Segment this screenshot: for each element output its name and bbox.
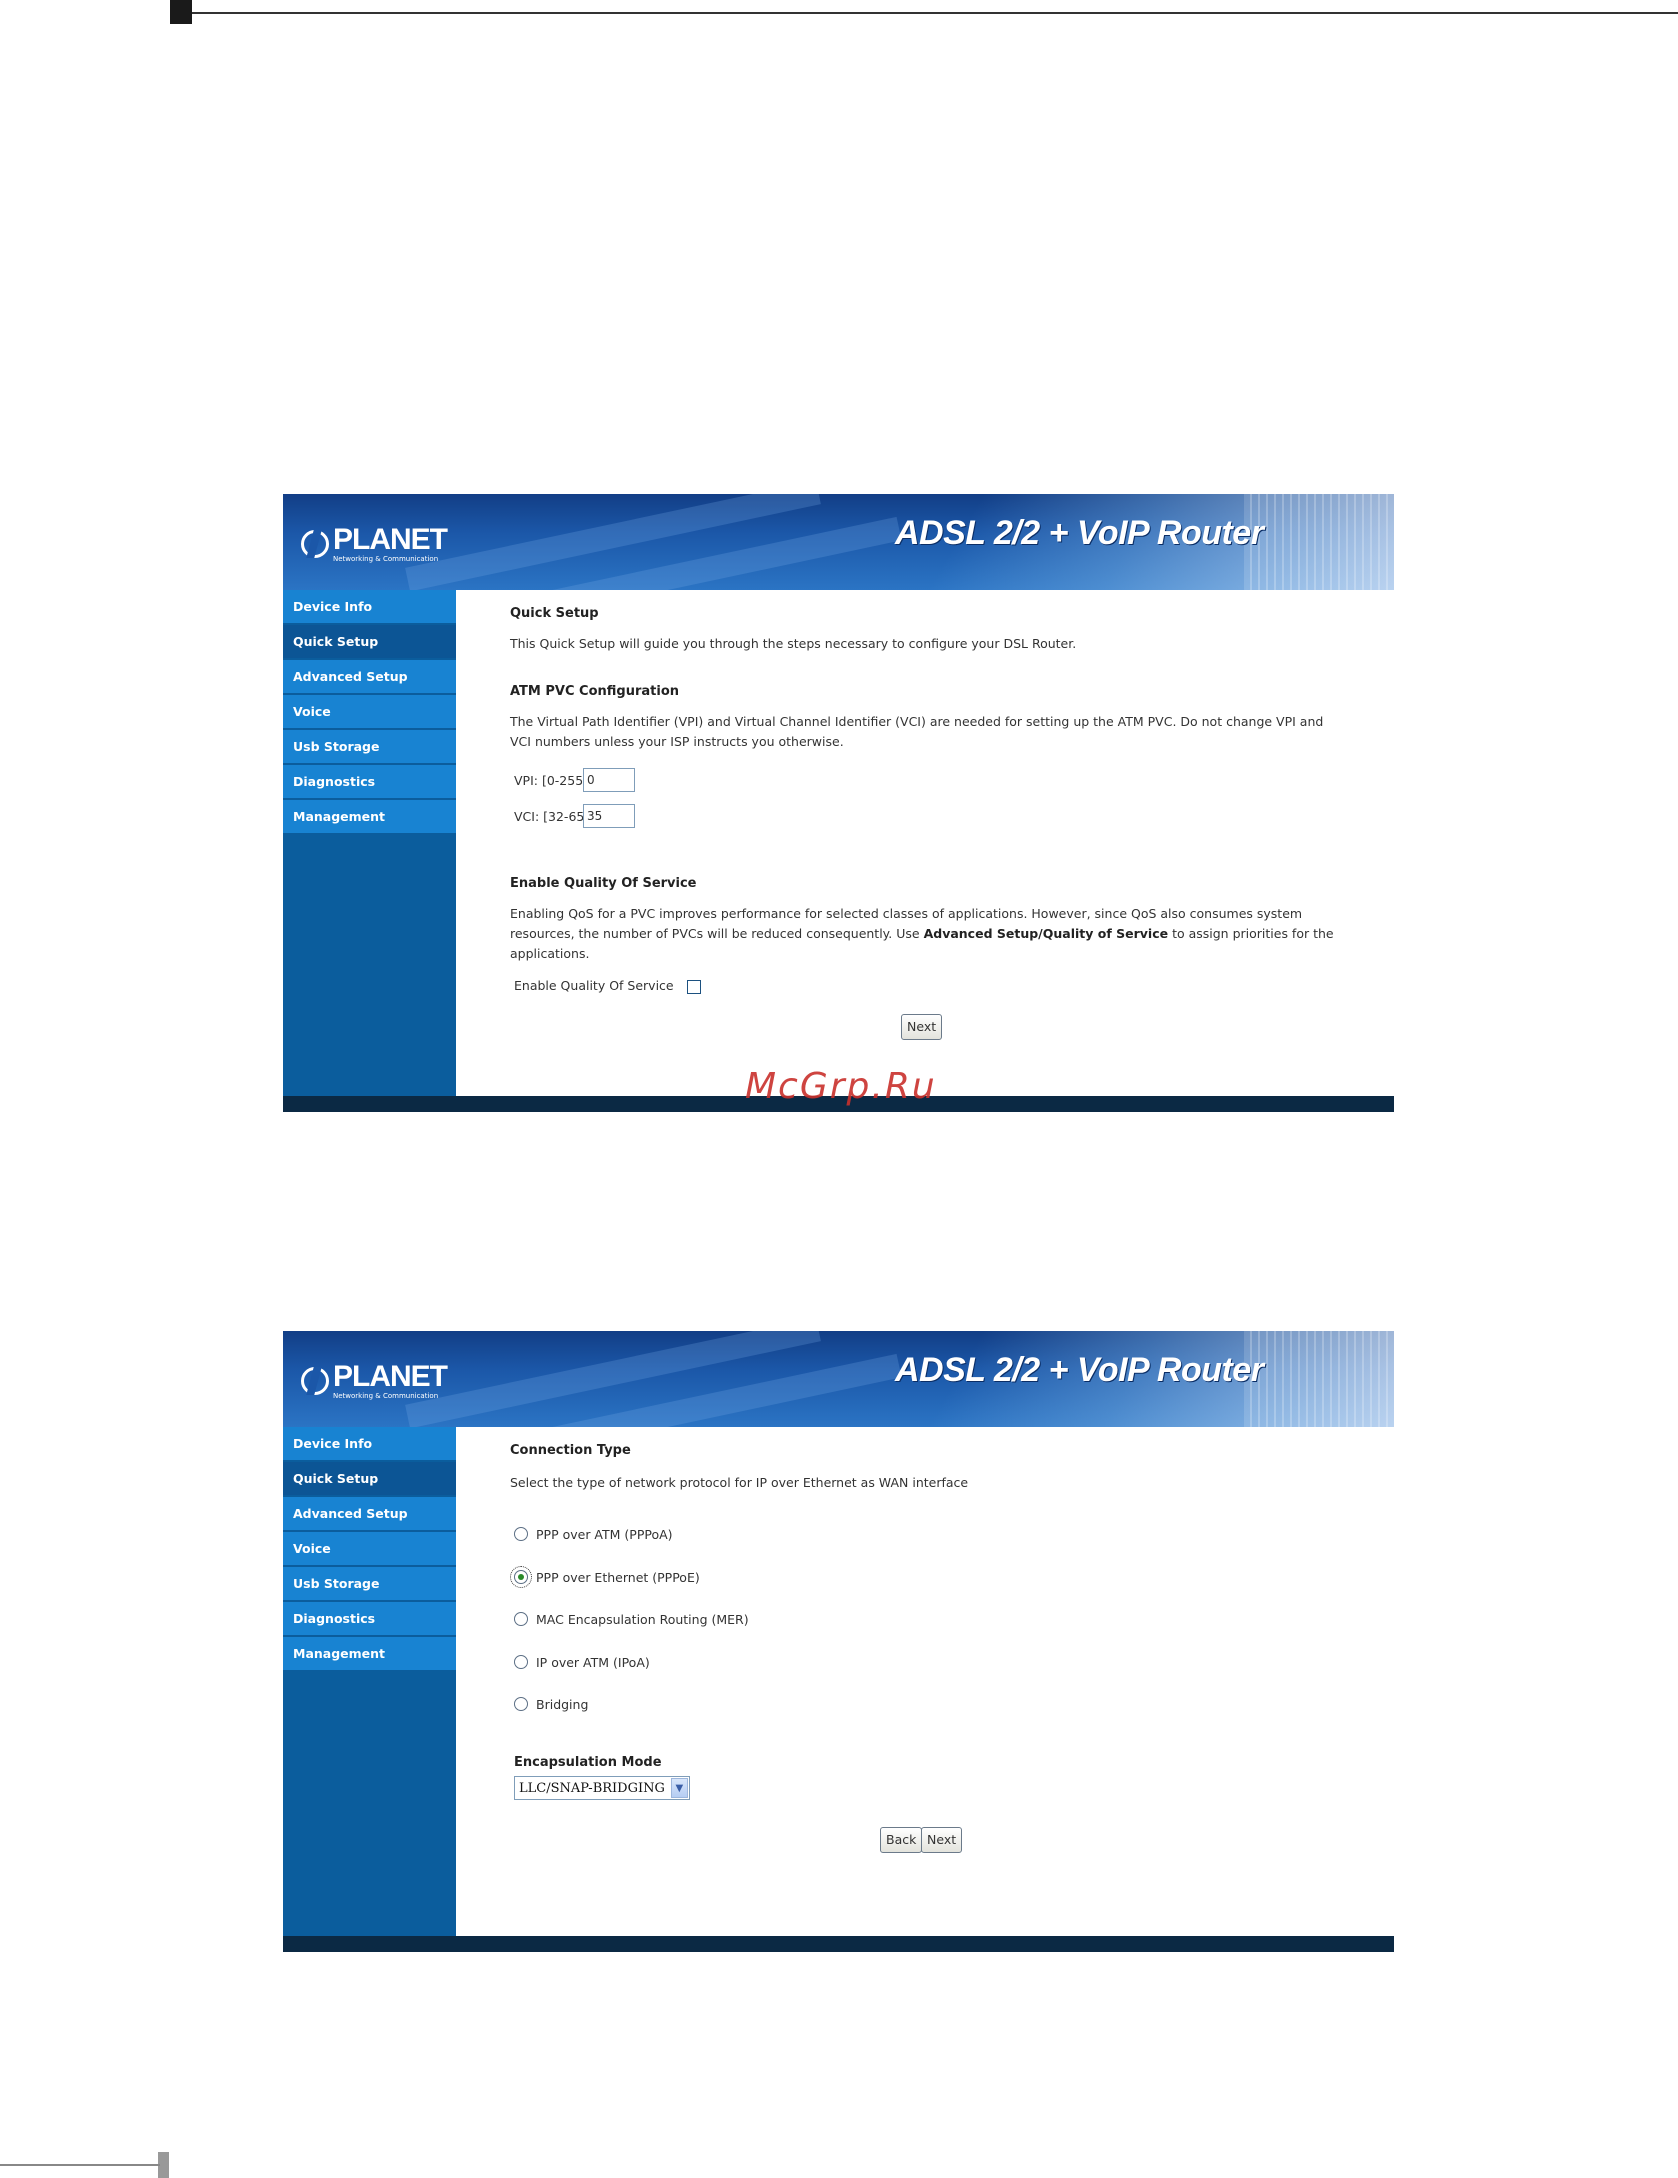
radio-option-pppoa[interactable]: PPP over ATM (PPPoA) <box>514 1523 673 1545</box>
intro-text: This Quick Setup will guide you through … <box>510 636 1077 651</box>
radio-option-ipoa[interactable]: IP over ATM (IPoA) <box>514 1651 650 1673</box>
page-title: Quick Setup <box>510 606 599 621</box>
qos-section-heading: Enable Quality Of Service <box>510 876 697 891</box>
vpi-label: VPI: [0-255] <box>514 773 589 788</box>
watermark: McGrp.Ru <box>745 1066 937 1107</box>
radio-button[interactable] <box>514 1527 528 1541</box>
page-corner-block <box>170 0 192 24</box>
router-screenshot-quick-setup: PLANET Networking & Communication ADSL 2… <box>283 494 1394 1112</box>
product-title: ADSL 2/2 + VoIP Router <box>895 1351 1264 1389</box>
logo-mark-icon <box>301 1367 329 1395</box>
header-banner: PLANET Networking & Communication ADSL 2… <box>283 494 1394 590</box>
sidebar-item-advanced-setup[interactable]: Advanced Setup <box>283 1497 456 1530</box>
sidebar-item-device-info[interactable]: Device Info <box>283 1427 456 1460</box>
qos-description: Enabling QoS for a PVC improves performa… <box>510 904 1340 964</box>
main-content: Quick Setup This Quick Setup will guide … <box>456 590 1394 1096</box>
vci-input[interactable] <box>583 804 635 828</box>
sidebar-item-usb-storage[interactable]: Usb Storage <box>283 730 456 763</box>
banner-building-graphic <box>1244 1331 1394 1427</box>
planet-logo: PLANET Networking & Communication <box>301 1360 448 1400</box>
logo-wordmark: PLANET <box>333 523 448 556</box>
back-button[interactable]: Back <box>880 1827 923 1853</box>
footer-bar <box>283 1936 1394 1952</box>
sidebar-item-device-info[interactable]: Device Info <box>283 590 456 623</box>
page-header-rule <box>192 12 1678 14</box>
radio-label: PPP over ATM (PPPoA) <box>536 1526 673 1542</box>
sidebar-item-management[interactable]: Management <box>283 800 456 833</box>
sidebar-item-voice[interactable]: Voice <box>283 1532 456 1565</box>
next-button[interactable]: Next <box>901 1014 943 1040</box>
product-title: ADSL 2/2 + VoIP Router <box>895 514 1264 552</box>
logo-tagline: Networking & Communication <box>333 1392 439 1400</box>
banner-streak <box>405 494 821 590</box>
radio-label: MAC Encapsulation Routing (MER) <box>536 1611 749 1627</box>
radio-button-selected[interactable] <box>510 1566 532 1588</box>
sidebar-item-diagnostics[interactable]: Diagnostics <box>283 1602 456 1635</box>
header-banner: PLANET Networking & Communication ADSL 2… <box>283 1331 1394 1427</box>
radio-option-pppoe[interactable]: PPP over Ethernet (PPPoE) <box>510 1566 700 1588</box>
vpi-input[interactable] <box>583 768 635 792</box>
atm-section-heading: ATM PVC Configuration <box>510 684 679 699</box>
page-footer-rule <box>0 2164 160 2166</box>
radio-button[interactable] <box>514 1697 528 1711</box>
banner-building-graphic <box>1244 494 1394 590</box>
qos-checkbox[interactable] <box>687 980 701 994</box>
qos-text-link: Advanced Setup/Quality of Service <box>923 926 1169 941</box>
radio-label: Bridging <box>536 1696 589 1712</box>
sidebar-nav: Device Info Quick Setup Advanced Setup V… <box>283 590 456 1096</box>
intro-text: Select the type of network protocol for … <box>510 1475 969 1490</box>
radio-label: IP over ATM (IPoA) <box>536 1654 650 1670</box>
sidebar-item-management[interactable]: Management <box>283 1637 456 1670</box>
logo-wordmark: PLANET <box>333 1360 448 1393</box>
logo-mark-icon <box>301 530 329 558</box>
encapsulation-heading: Encapsulation Mode <box>514 1755 662 1770</box>
radio-option-bridging[interactable]: Bridging <box>514 1693 588 1715</box>
radio-label: PPP over Ethernet (PPPoE) <box>536 1569 700 1585</box>
banner-streak <box>405 1331 821 1427</box>
main-content: Connection Type Select the type of netwo… <box>456 1427 1394 1936</box>
next-button[interactable]: Next <box>921 1827 963 1853</box>
select-value: LLC/SNAP-BRIDGING <box>519 1780 665 1796</box>
sidebar-item-voice[interactable]: Voice <box>283 695 456 728</box>
dropdown-arrow-icon[interactable]: ▼ <box>670 1778 688 1798</box>
radio-option-mer[interactable]: MAC Encapsulation Routing (MER) <box>514 1608 749 1630</box>
sidebar-item-advanced-setup[interactable]: Advanced Setup <box>283 660 456 693</box>
sidebar-item-quick-setup[interactable]: Quick Setup <box>283 625 456 658</box>
radio-button[interactable] <box>514 1655 528 1669</box>
sidebar-item-usb-storage[interactable]: Usb Storage <box>283 1567 456 1600</box>
radio-button[interactable] <box>514 1612 528 1626</box>
atm-description: The Virtual Path Identifier (VPI) and Vi… <box>510 714 1324 749</box>
sidebar-item-diagnostics[interactable]: Diagnostics <box>283 765 456 798</box>
qos-checkbox-label: Enable Quality Of Service <box>514 978 674 993</box>
encapsulation-select[interactable]: LLC/SNAP-BRIDGING ▼ <box>514 1776 690 1800</box>
router-screenshot-connection-type: PLANET Networking & Communication ADSL 2… <box>283 1331 1394 1952</box>
logo-tagline: Networking & Communication <box>333 555 439 563</box>
page-title: Connection Type <box>510 1443 631 1458</box>
sidebar-nav: Device Info Quick Setup Advanced Setup V… <box>283 1427 456 1936</box>
planet-logo: PLANET Networking & Communication <box>301 523 448 563</box>
sidebar-item-quick-setup[interactable]: Quick Setup <box>283 1462 456 1495</box>
